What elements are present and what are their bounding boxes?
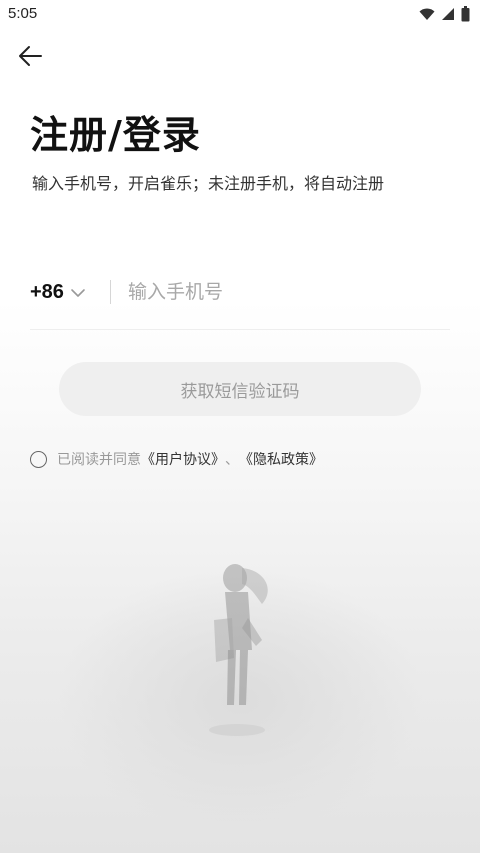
- agreement-row: 已阅读并同意 《用户协议》 、 《隐私政策》: [30, 449, 323, 469]
- country-code-selector[interactable]: +86: [30, 281, 86, 304]
- privacy-policy-link[interactable]: 《隐私政策》: [239, 449, 323, 469]
- signal-icon: [442, 8, 454, 20]
- status-bar: 5:05: [0, 0, 480, 28]
- input-underline: [30, 329, 450, 330]
- agreement-prefix: 已阅读并同意: [57, 452, 141, 468]
- input-divider: [110, 280, 111, 304]
- battery-icon: [461, 6, 470, 22]
- page-title: 注册/登录: [30, 113, 201, 157]
- back-button[interactable]: [14, 40, 46, 72]
- person-silhouette: [209, 564, 268, 736]
- agreement-separator: 、: [225, 452, 239, 468]
- back-arrow-icon: [19, 46, 42, 66]
- status-time: 5:05: [8, 5, 38, 22]
- get-sms-code-button[interactable]: 获取短信验证码: [59, 362, 421, 416]
- wifi-icon: [419, 8, 435, 20]
- page-subtitle: 输入手机号，开启雀乐；未注册手机，将自动注册: [32, 174, 385, 193]
- status-icons: [419, 6, 470, 22]
- chevron-down-icon: [71, 288, 85, 297]
- country-code-label: +86: [30, 281, 64, 303]
- agreement-checkbox[interactable]: [30, 450, 47, 468]
- phone-input[interactable]: [128, 276, 448, 308]
- user-agreement-link[interactable]: 《用户协议》: [141, 449, 225, 469]
